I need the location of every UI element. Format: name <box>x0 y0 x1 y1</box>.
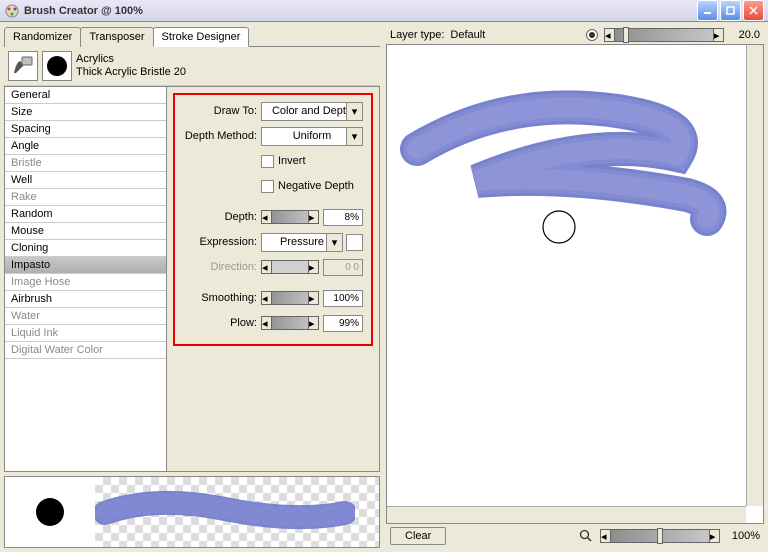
size-radio[interactable] <box>586 29 598 41</box>
depth-label: Depth: <box>183 211 261 223</box>
negative-depth-label: Negative Depth <box>278 180 354 192</box>
plow-slider[interactable]: ◂▸ <box>261 316 319 330</box>
brush-dab-thumb[interactable] <box>42 51 72 81</box>
window-titlebar: Brush Creator @ 100% <box>0 0 768 22</box>
category-angle[interactable]: Angle <box>5 138 166 155</box>
highlight-box: Draw To: Color and Depth ▾ Depth Method:… <box>173 93 373 346</box>
depth-method-value: Uniform <box>293 130 332 142</box>
invert-checkbox[interactable] <box>261 155 274 168</box>
preview-header: Layer type: Default ◂▸ 20.0 <box>386 26 764 44</box>
dropdown-arrow-icon: ▾ <box>346 103 362 120</box>
category-rake: Rake <box>5 189 166 206</box>
layer-type-value: Default <box>450 29 485 41</box>
draw-to-select[interactable]: Color and Depth ▾ <box>261 102 363 121</box>
preview-canvas[interactable] <box>386 44 764 524</box>
clear-button[interactable]: Clear <box>390 527 446 545</box>
tab-randomizer[interactable]: Randomizer <box>4 27 81 47</box>
category-spacing[interactable]: Spacing <box>5 121 166 138</box>
tab-stroke-designer[interactable]: Stroke Designer <box>153 27 250 47</box>
direction-value: 0 0 <box>323 259 363 276</box>
invert-label: Invert <box>278 155 306 167</box>
window-title: Brush Creator @ 100% <box>24 5 697 17</box>
category-general[interactable]: General <box>5 87 166 104</box>
brush-variant-label: Thick Acrylic Bristle 20 <box>76 66 376 79</box>
expression-select[interactable]: Pressure ▾ <box>261 233 343 252</box>
category-list: General Size Spacing Angle Bristle Well … <box>4 86 166 472</box>
app-icon <box>4 3 20 19</box>
category-image-hose: Image Hose <box>5 274 166 291</box>
brush-category-label: Acrylics <box>76 53 376 66</box>
depth-slider[interactable]: ◂▸ <box>261 210 319 224</box>
preview-footer: Clear ◂▸ 100% <box>386 524 764 548</box>
size-value: 20.0 <box>730 29 760 41</box>
tab-transposer[interactable]: Transposer <box>80 27 153 47</box>
depth-value[interactable]: 8% <box>323 209 363 226</box>
smoothing-slider[interactable]: ◂▸ <box>261 291 319 305</box>
category-size[interactable]: Size <box>5 104 166 121</box>
minimize-button[interactable] <box>697 0 718 21</box>
stroke-preview <box>95 477 379 547</box>
category-water: Water <box>5 308 166 325</box>
category-mouse[interactable]: Mouse <box>5 223 166 240</box>
maximize-button[interactable] <box>720 0 741 21</box>
dab-preview <box>5 477 95 547</box>
category-well[interactable]: Well <box>5 172 166 189</box>
category-digital-water-color: Digital Water Color <box>5 342 166 359</box>
expression-value: Pressure <box>280 236 324 248</box>
smoothing-label: Smoothing: <box>183 292 261 304</box>
category-cloning[interactable]: Cloning <box>5 240 166 257</box>
category-bristle: Bristle <box>5 155 166 172</box>
horizontal-scrollbar[interactable] <box>387 506 746 523</box>
brush-category-thumb[interactable] <box>8 51 38 81</box>
zoom-value: 100% <box>726 530 760 542</box>
property-panel: Draw To: Color and Depth ▾ Depth Method:… <box>166 86 380 472</box>
category-impasto[interactable]: Impasto <box>5 257 166 274</box>
expression-label: Expression: <box>183 236 261 248</box>
category-airbrush[interactable]: Airbrush <box>5 291 166 308</box>
direction-label: Direction: <box>183 261 261 273</box>
draw-to-value: Color and Depth <box>272 105 352 117</box>
depth-method-label: Depth Method: <box>183 130 261 142</box>
close-button[interactable] <box>743 0 764 21</box>
dropdown-arrow-icon: ▾ <box>326 234 342 251</box>
direction-slider: ◂▸ <box>261 260 319 274</box>
size-slider[interactable]: ◂▸ <box>604 28 724 42</box>
zoom-slider[interactable]: ◂▸ <box>600 529 720 543</box>
dropdown-arrow-icon: ▾ <box>346 128 362 145</box>
smoothing-value[interactable]: 100% <box>323 290 363 307</box>
magnifier-icon <box>578 528 594 544</box>
plow-label: Plow: <box>183 317 261 329</box>
negative-depth-checkbox[interactable] <box>261 180 274 193</box>
brush-header: Acrylics Thick Acrylic Bristle 20 <box>4 47 380 86</box>
depth-method-select[interactable]: Uniform ▾ <box>261 127 363 146</box>
category-liquid-ink: Liquid Ink <box>5 325 166 342</box>
expression-options-button[interactable] <box>346 234 363 251</box>
main-tabs: Randomizer Transposer Stroke Designer <box>4 26 380 47</box>
stroke-preview-strip <box>4 476 380 548</box>
plow-value[interactable]: 99% <box>323 315 363 332</box>
vertical-scrollbar[interactable] <box>746 45 763 506</box>
draw-to-label: Draw To: <box>183 105 261 117</box>
layer-type-label: Layer type: <box>390 29 444 41</box>
category-random[interactable]: Random <box>5 206 166 223</box>
